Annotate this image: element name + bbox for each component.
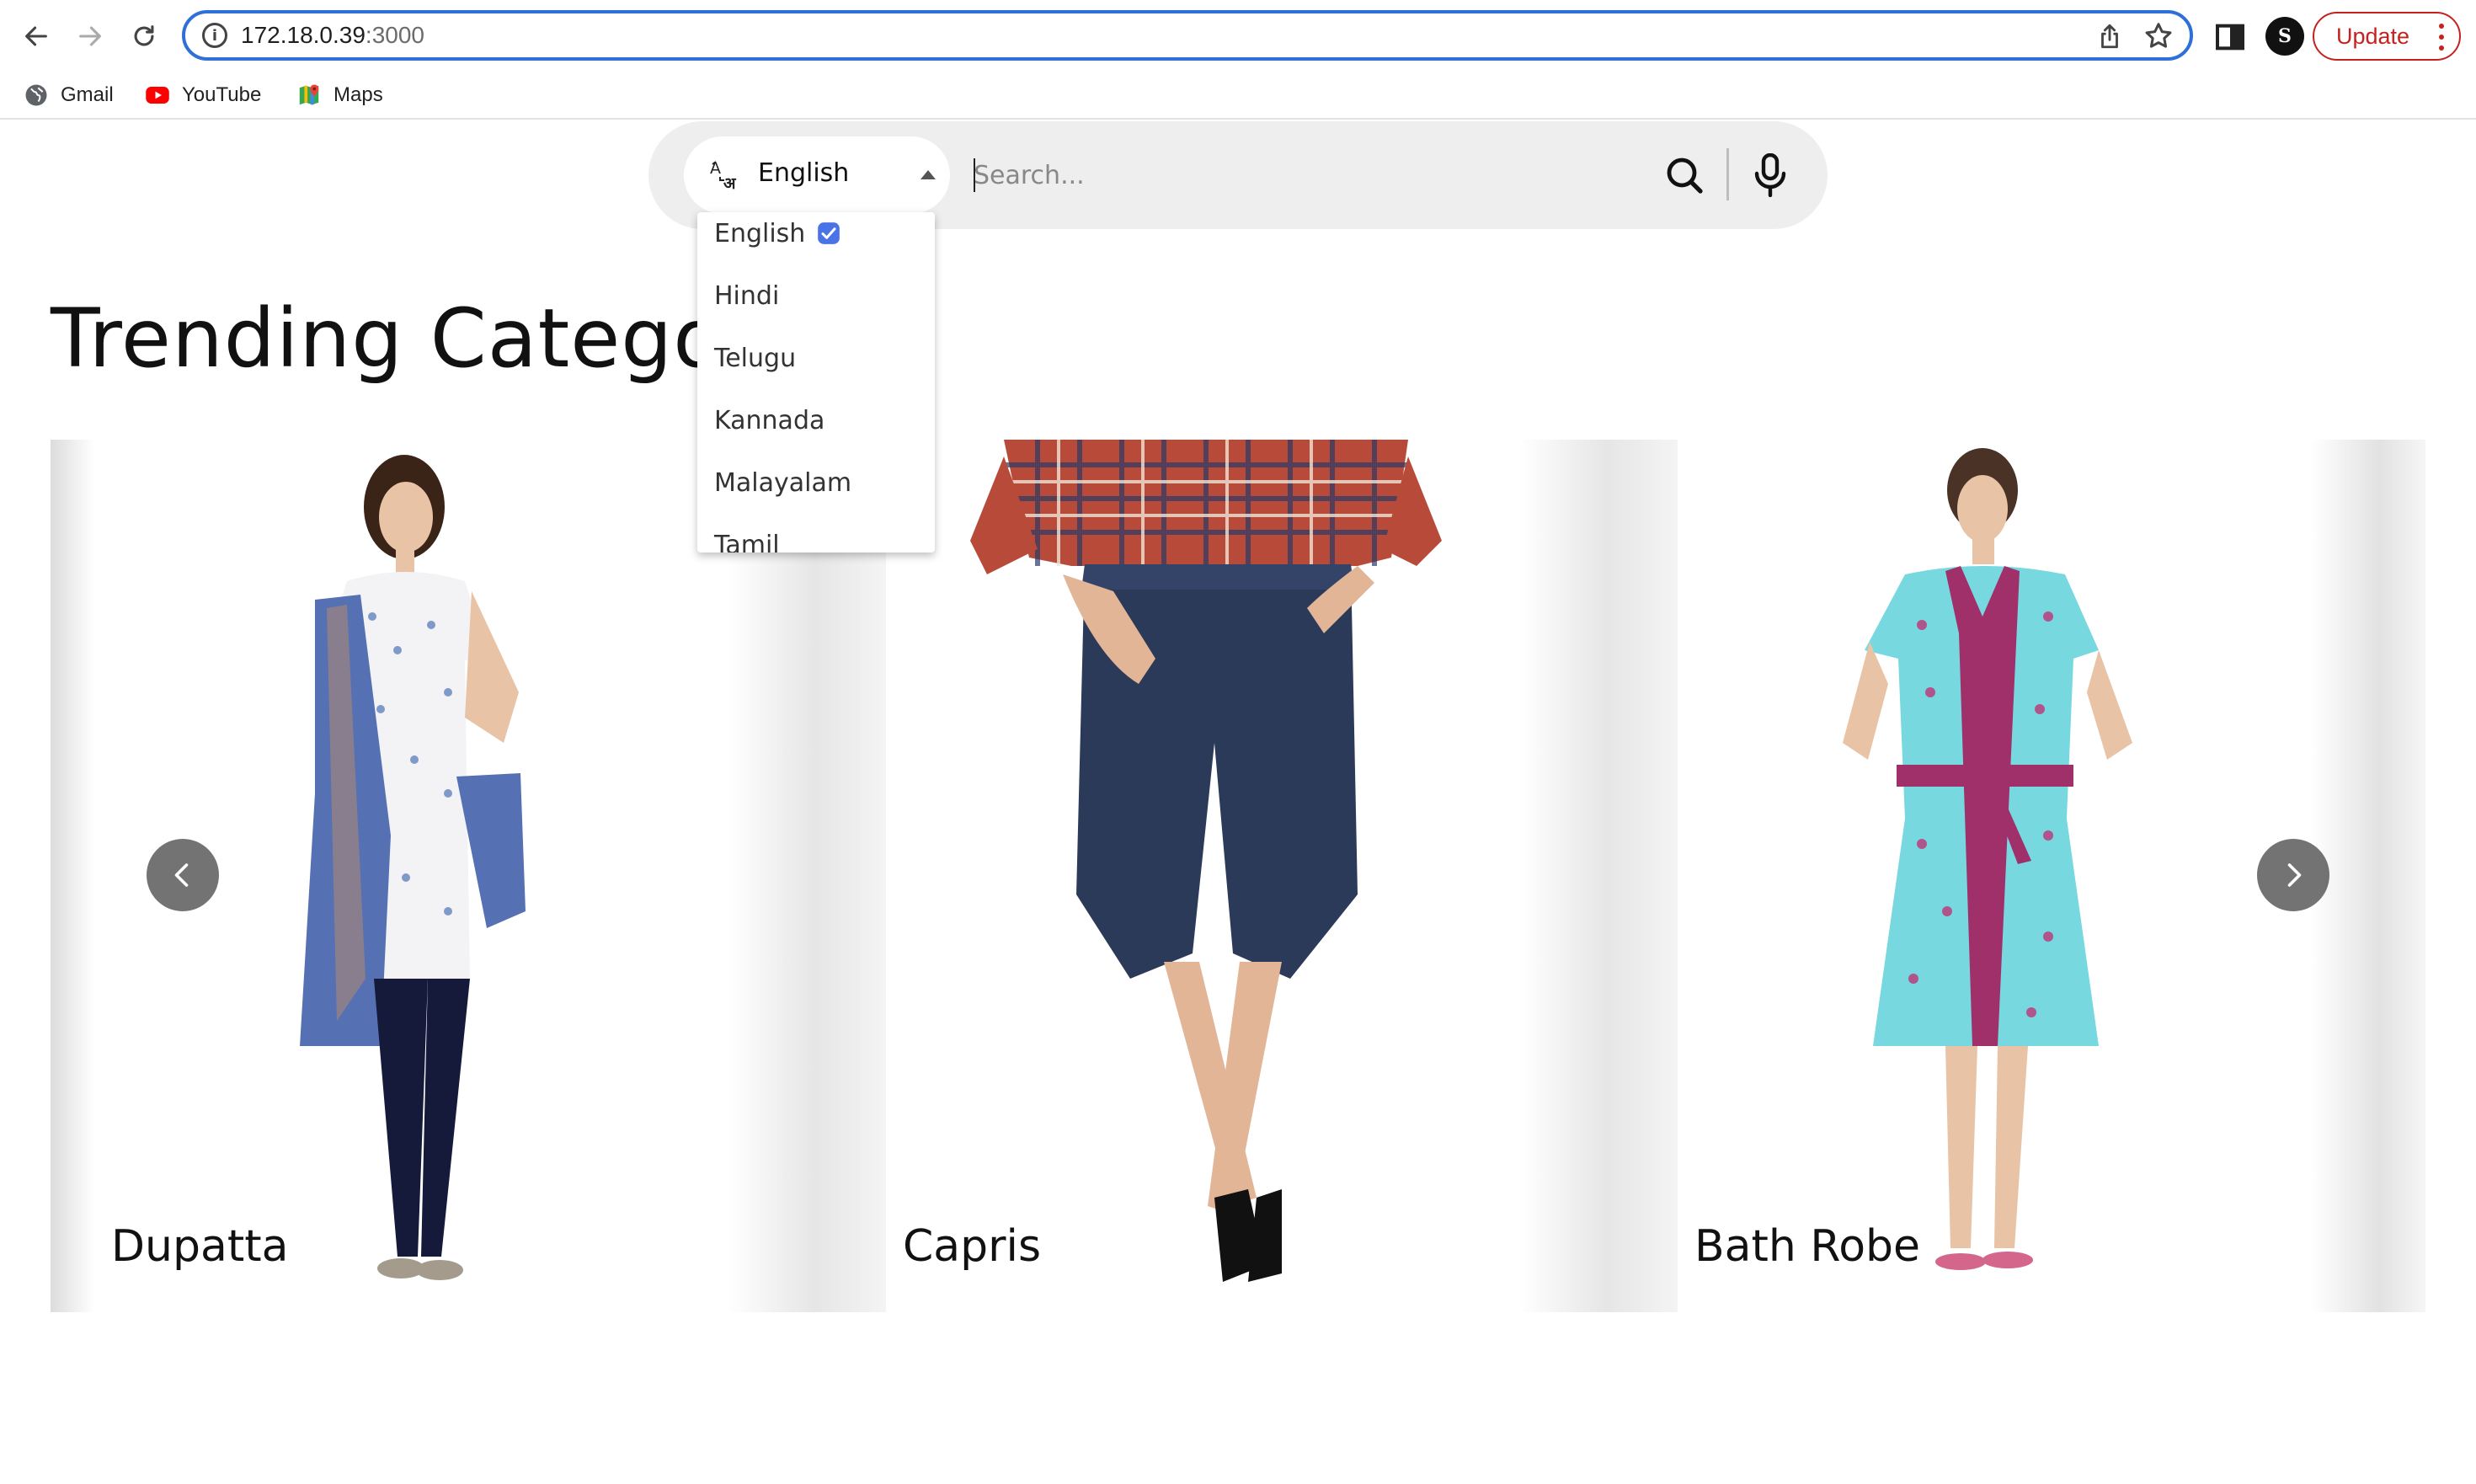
carousel-gutter	[1519, 440, 1678, 1312]
check-icon	[818, 222, 840, 244]
back-arrow-icon	[25, 26, 47, 46]
carousel-prev-button[interactable]	[147, 839, 219, 911]
language-option-hindi[interactable]: Hindi	[714, 275, 779, 317]
bookmark-gmail[interactable]: Gmail	[24, 79, 114, 111]
language-option-telugu[interactable]: Telugu	[714, 337, 796, 379]
address-url: 172.18.0.39:3000	[241, 22, 424, 48]
reload-icon	[134, 25, 154, 46]
category-carousel: Dupatta Capris Bath Robe	[51, 440, 2425, 1312]
language-option-kannada[interactable]: Kannada	[714, 399, 824, 441]
bookmarks-bar: Gmail YouTube Maps	[0, 72, 2476, 120]
maps-icon	[299, 84, 319, 105]
bath-robe-product-image	[1843, 448, 2132, 1270]
language-option-tamil[interactable]: Tamil	[714, 524, 780, 553]
carousel-gutter	[728, 440, 886, 1312]
language-dropdown: English Hindi Telugu Kannada Malayalam T…	[697, 212, 935, 552]
chevron-right-icon	[2287, 863, 2302, 887]
share-icon[interactable]	[2095, 22, 2124, 51]
globe-icon	[25, 84, 47, 106]
bookmark-maps[interactable]: Maps	[296, 79, 383, 111]
profile-avatar[interactable]: S	[2265, 17, 2304, 56]
text-cursor	[974, 158, 975, 192]
side-panel-icon[interactable]	[2213, 20, 2247, 54]
language-select[interactable]: A अ English	[684, 136, 950, 214]
language-option-malayalam[interactable]: Malayalam	[714, 462, 851, 504]
update-button[interactable]: Update	[2313, 12, 2461, 61]
youtube-icon	[146, 87, 169, 104]
category-label: Bath Robe	[1694, 1221, 1921, 1272]
search-icon[interactable]	[1664, 155, 1705, 195]
category-card-capris[interactable]: Capris	[886, 440, 1519, 1312]
selected-language: English	[758, 158, 850, 188]
browser-toolbar: i 172.18.0.39:3000 S Update	[0, 0, 2476, 72]
translate-icon: A अ	[710, 159, 737, 192]
forward-button[interactable]	[69, 15, 111, 57]
more-menu-icon[interactable]	[2439, 24, 2444, 51]
section-title: Trending Catego	[51, 291, 723, 386]
carousel-next-button[interactable]	[2257, 839, 2329, 911]
forward-arrow-icon	[79, 26, 101, 46]
search-divider	[1726, 148, 1729, 200]
reload-button[interactable]	[123, 15, 165, 57]
category-card-bath-robe[interactable]: Bath Robe	[1678, 440, 2311, 1312]
back-button[interactable]	[15, 15, 57, 57]
site-info-icon[interactable]: i	[202, 23, 227, 48]
category-label: Capris	[903, 1221, 1042, 1272]
language-option-english[interactable]: English	[714, 212, 840, 254]
carousel-gutter	[51, 440, 94, 1312]
search-input[interactable]	[974, 141, 1614, 209]
bookmark-star-icon[interactable]	[2142, 20, 2175, 52]
caret-up-icon	[920, 170, 936, 179]
category-label: Dupatta	[111, 1221, 289, 1272]
address-bar[interactable]: i 172.18.0.39:3000	[182, 10, 2193, 61]
capris-product-image	[970, 440, 1442, 1282]
microphone-icon[interactable]	[1753, 153, 1787, 197]
chevron-left-icon	[174, 863, 189, 887]
svg-text:अ: अ	[723, 174, 737, 192]
bookmark-youtube[interactable]: YouTube	[145, 79, 261, 111]
